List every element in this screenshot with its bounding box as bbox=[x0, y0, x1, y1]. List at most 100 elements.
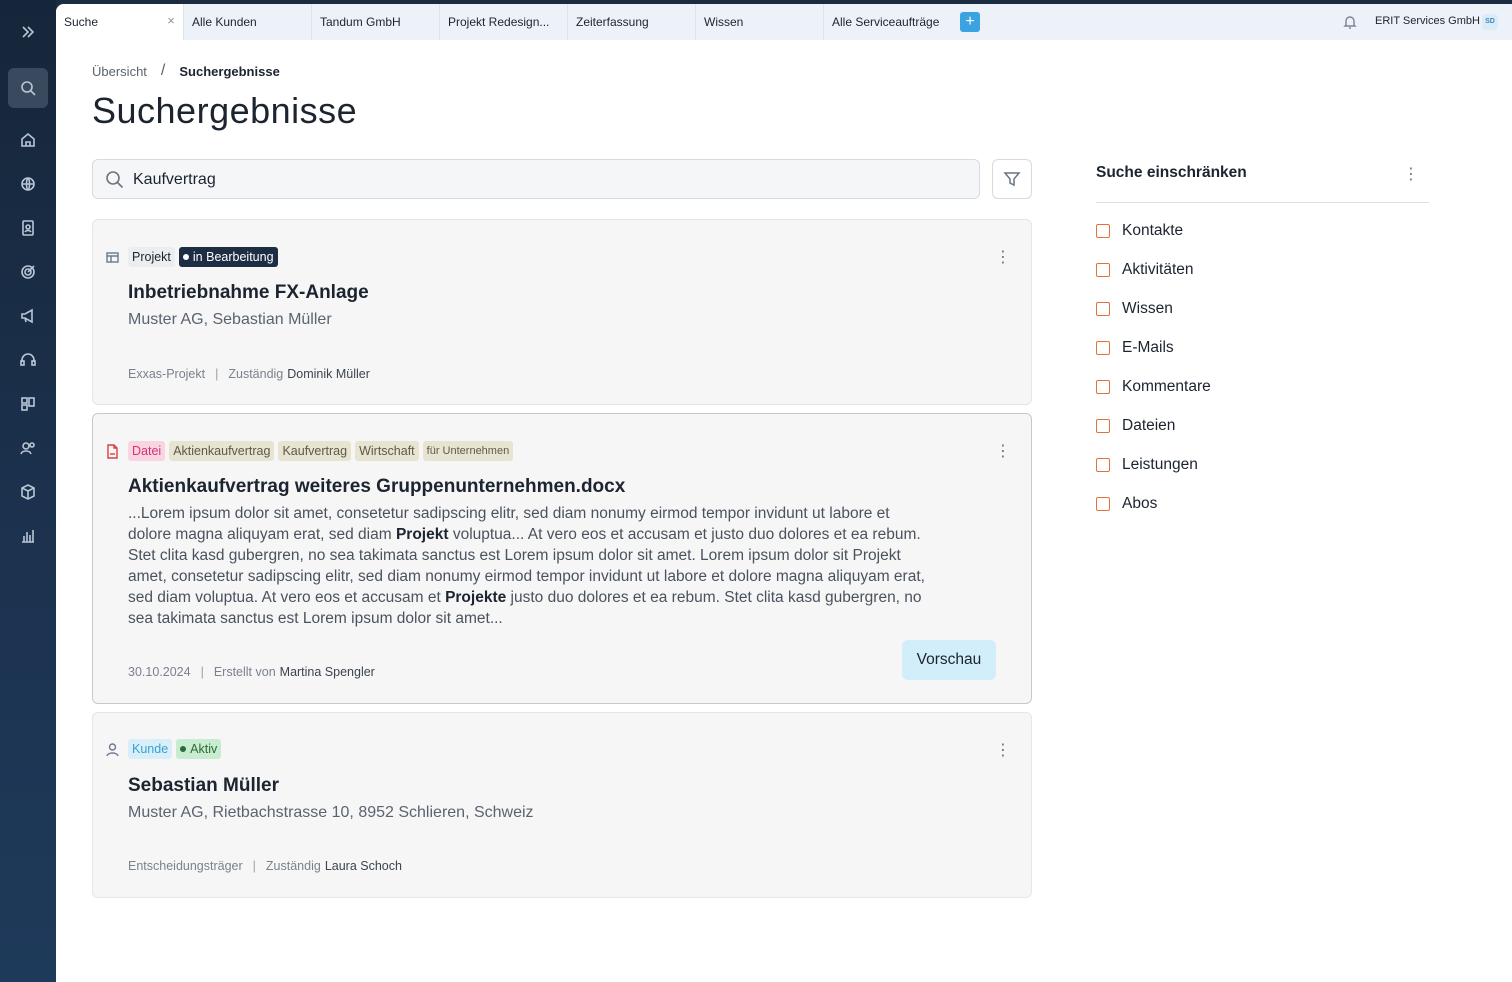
result-title[interactable]: Inbetriebnahme FX-Anlage bbox=[128, 282, 369, 304]
tab-label: Projekt Redesign... bbox=[448, 15, 550, 29]
tab-label: Alle Kunden bbox=[192, 15, 257, 29]
result-title[interactable]: Aktienkaufvertrag weiteres Gruppenuntern… bbox=[128, 476, 625, 498]
checkbox[interactable] bbox=[1096, 458, 1110, 472]
main-panel: Suche × Alle Kunden Tandum GmbH Projekt … bbox=[56, 4, 1512, 982]
result-excerpt: ...Lorem ipsum dolor sit amet, consetetu… bbox=[128, 503, 928, 629]
statistics-icon[interactable] bbox=[8, 516, 48, 556]
search-input[interactable] bbox=[133, 168, 953, 192]
search-icon bbox=[106, 171, 124, 189]
filter-option-wissen[interactable]: Wissen bbox=[1096, 300, 1173, 318]
board-icon[interactable] bbox=[8, 384, 48, 424]
tag-list: Datei Aktienkaufvertrag Kaufvertrag Wirt… bbox=[128, 441, 514, 461]
meta-person: Dominik Müller bbox=[287, 367, 370, 381]
checkbox[interactable] bbox=[1096, 341, 1110, 355]
tab-label: Alle Serviceaufträge bbox=[832, 15, 940, 29]
tag-type: Datei bbox=[128, 441, 166, 461]
filter-option-label: Leistungen bbox=[1122, 456, 1198, 473]
company-name[interactable]: ERIT Services GmbH bbox=[1375, 15, 1480, 27]
bell-icon[interactable] bbox=[1342, 14, 1358, 30]
tab-label: Tandum GmbH bbox=[320, 15, 401, 29]
excerpt-highlight: Projekte bbox=[445, 589, 507, 606]
tab-label: Suche bbox=[64, 15, 99, 29]
tag: Aktienkaufvertrag bbox=[169, 441, 275, 461]
search-field[interactable] bbox=[92, 159, 980, 199]
box-icon[interactable] bbox=[8, 472, 48, 512]
headset-icon[interactable] bbox=[8, 340, 48, 380]
tab-suche[interactable]: Suche × bbox=[56, 4, 184, 40]
checkbox[interactable] bbox=[1096, 419, 1110, 433]
checkbox[interactable] bbox=[1096, 224, 1110, 238]
close-icon[interactable]: × bbox=[165, 14, 177, 27]
breadcrumb: Übersicht / Suchergebnisse bbox=[92, 62, 280, 80]
pdf-file-icon bbox=[105, 444, 121, 460]
meta-left: 30.10.2024 bbox=[128, 665, 191, 679]
filter-option-label: Wissen bbox=[1122, 300, 1173, 317]
result-subtitle: Muster AG, Sebastian Müller bbox=[128, 311, 332, 328]
more-options-icon[interactable]: ⋮ bbox=[995, 743, 1011, 759]
tab-tandum[interactable]: Tandum GmbH bbox=[312, 4, 440, 40]
search-result-card[interactable]: Projekt in Bearbeitung ⋮ Inbetriebnahme … bbox=[92, 219, 1032, 405]
checkbox[interactable] bbox=[1096, 380, 1110, 394]
add-tab-button[interactable]: + bbox=[960, 12, 980, 32]
filter-option-label: Aktivitäten bbox=[1122, 261, 1194, 278]
more-options-icon[interactable]: ⋮ bbox=[1403, 164, 1419, 184]
checkbox[interactable] bbox=[1096, 263, 1110, 277]
filter-option-label: Dateien bbox=[1122, 417, 1176, 434]
meta-left: Entscheidungsträger bbox=[128, 859, 243, 873]
excerpt-highlight: Projekt bbox=[395, 526, 449, 543]
filter-option-kontakte[interactable]: Kontakte bbox=[1096, 222, 1183, 240]
breadcrumb-link[interactable]: Übersicht bbox=[92, 64, 147, 79]
tab-serviceauftraege[interactable]: Alle Serviceaufträge bbox=[824, 4, 952, 40]
tab-zeiterfassung[interactable]: Zeiterfassung bbox=[568, 4, 696, 40]
filter-option-kommentare[interactable]: Kommentare bbox=[1096, 378, 1211, 396]
preview-button[interactable]: Vorschau bbox=[902, 640, 996, 680]
tab-bar: Suche × Alle Kunden Tandum GmbH Projekt … bbox=[56, 4, 1512, 40]
checkbox[interactable] bbox=[1096, 302, 1110, 316]
megaphone-icon[interactable] bbox=[8, 296, 48, 336]
meta-person: Martina Spengler bbox=[279, 665, 375, 679]
more-options-icon[interactable]: ⋮ bbox=[995, 444, 1011, 460]
meta-label: Zuständig bbox=[265, 859, 321, 873]
search-result-card[interactable]: Kunde Aktiv ⋮ Sebastian Müller Muster AG… bbox=[92, 712, 1032, 898]
meta-label: Zuständig bbox=[228, 367, 284, 381]
page-title: Suchergebnisse bbox=[92, 90, 358, 131]
tag-type: Kunde bbox=[128, 739, 173, 759]
search-result-card[interactable]: Datei Aktienkaufvertrag Kaufvertrag Wirt… bbox=[92, 413, 1032, 704]
filter-option-label: E-Mails bbox=[1122, 339, 1174, 356]
team-icon[interactable] bbox=[8, 428, 48, 468]
filter-option-leistungen[interactable]: Leistungen bbox=[1096, 456, 1198, 474]
filter-option-label: Kommentare bbox=[1122, 378, 1211, 395]
more-options-icon[interactable]: ⋮ bbox=[995, 250, 1011, 266]
tab-label: Wissen bbox=[704, 15, 744, 29]
globe-icon[interactable] bbox=[8, 164, 48, 204]
filter-option-dateien[interactable]: Dateien bbox=[1096, 417, 1175, 435]
tab-alle-kunden[interactable]: Alle Kunden bbox=[184, 4, 312, 40]
avatar[interactable]: SD bbox=[1482, 14, 1498, 30]
filter-icon bbox=[1003, 172, 1021, 187]
breadcrumb-current: Suchergebnisse bbox=[179, 63, 280, 79]
filter-option-label: Kontakte bbox=[1122, 222, 1184, 239]
tag: Kaufvertrag bbox=[278, 441, 352, 461]
target-icon[interactable] bbox=[8, 252, 48, 292]
status-badge: Aktiv bbox=[176, 739, 222, 759]
search-nav-icon[interactable] bbox=[8, 68, 48, 108]
project-icon bbox=[105, 250, 121, 266]
expand-sidebar-icon[interactable] bbox=[8, 12, 48, 52]
home-icon[interactable] bbox=[8, 120, 48, 160]
filter-option-abos[interactable]: Abos bbox=[1096, 495, 1157, 513]
contacts-book-icon[interactable] bbox=[8, 208, 48, 248]
meta-person: Laura Schoch bbox=[324, 859, 402, 873]
filter-option-aktivitaeten[interactable]: Aktivitäten bbox=[1096, 261, 1194, 279]
filter-panel-title: Suche einschränken bbox=[1096, 164, 1247, 181]
filter-option-emails[interactable]: E-Mails bbox=[1096, 339, 1174, 357]
result-meta: Entscheidungsträger | Zuständig Laura Sc… bbox=[128, 859, 402, 873]
tag: für Unternehmen bbox=[422, 441, 514, 461]
tab-projekt-redesign[interactable]: Projekt Redesign... bbox=[440, 4, 568, 40]
sidebar bbox=[0, 0, 56, 982]
meta-left: Exxas-Projekt bbox=[128, 367, 206, 381]
result-title[interactable]: Sebastian Müller bbox=[128, 775, 279, 797]
filter-button[interactable] bbox=[992, 159, 1032, 199]
checkbox[interactable] bbox=[1096, 497, 1110, 511]
tab-wissen[interactable]: Wissen bbox=[696, 4, 824, 40]
status-badge: in Bearbeitung bbox=[178, 247, 278, 267]
